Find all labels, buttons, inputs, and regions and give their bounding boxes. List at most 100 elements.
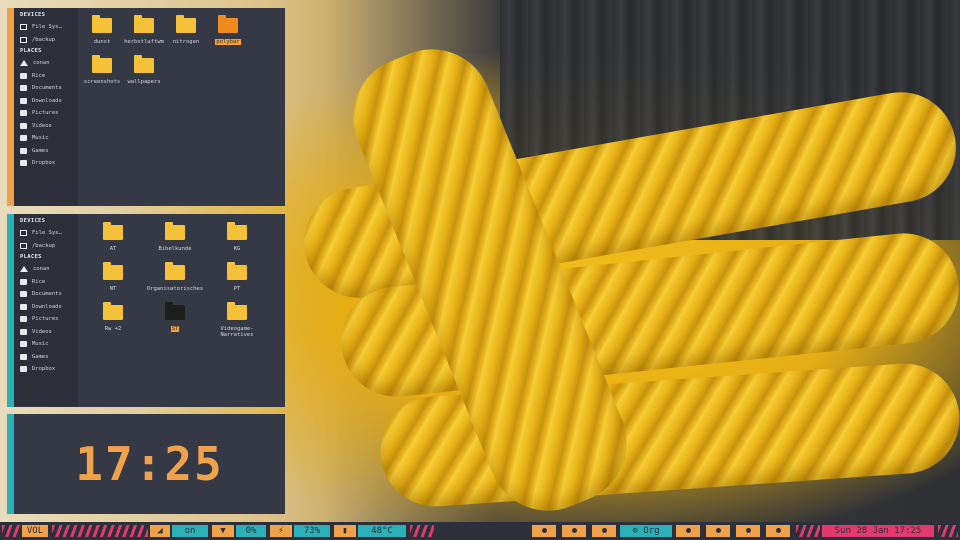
folder-item[interactable]: Rw +2 <box>83 302 143 332</box>
clock-widget: 17:25 <box>7 414 285 514</box>
folder-icon <box>103 262 123 280</box>
folder-item[interactable]: wallpapers <box>114 55 174 85</box>
folder-icon <box>92 55 112 73</box>
folder-item[interactable]: NT <box>83 262 143 292</box>
sidebar-item-dropbox[interactable]: Dropbox <box>20 363 78 376</box>
sidebar-item-home[interactable]: conan <box>20 57 78 70</box>
sidebar-item-downloads[interactable]: Downloads <box>20 95 78 108</box>
workspace-dot-icon[interactable] <box>592 525 616 537</box>
folder-icon <box>20 291 27 298</box>
file-manager-window-middle[interactable]: DEVICES File Sys… /backup PLACES conan R… <box>7 214 285 407</box>
sidebar-item-documents[interactable]: Documents <box>20 288 78 301</box>
bar-decoration <box>52 525 148 537</box>
folder-icon <box>20 72 27 79</box>
folder-item[interactable]: Videogame- Narratives <box>207 302 267 338</box>
bar-decoration <box>2 525 20 537</box>
folder-icon <box>20 85 27 92</box>
folder-view: dunst herbstluftwm nitrogen polybar scre… <box>78 8 285 206</box>
folder-icon <box>227 222 247 240</box>
drive-icon <box>20 36 27 43</box>
sidebar-item-backup[interactable]: /backup <box>20 240 78 253</box>
folder-item[interactable]: PT <box>207 262 267 292</box>
folder-icon <box>176 15 196 33</box>
folder-icon <box>20 97 27 104</box>
folder-item-selected[interactable]: ST <box>145 302 205 332</box>
folder-item[interactable]: Bibelkunde <box>145 222 205 252</box>
sidebar-item-games[interactable]: Games <box>20 351 78 364</box>
volume-module[interactable]: VOL <box>22 525 48 537</box>
sidebar-item-games[interactable]: Games <box>20 145 78 158</box>
folder-icon <box>103 302 123 320</box>
folder-item-selected[interactable]: polybar <box>198 15 258 45</box>
folder-item[interactable]: Organisatorisches <box>145 262 205 292</box>
folder-view: AT Bibelkunde KG NT Organisatorisches PT… <box>78 214 285 407</box>
sidebar-item-documents[interactable]: Documents <box>20 82 78 95</box>
sidebar: DEVICES File Sys… /backup PLACES conan R… <box>14 214 78 407</box>
sidebar: DEVICES File Sys… /backup PLACES conan R… <box>14 8 78 206</box>
sidebar-item-music[interactable]: Music <box>20 338 78 351</box>
sidebar-item-videos[interactable]: Videos <box>20 326 78 339</box>
places-header: PLACES <box>20 48 42 54</box>
folder-icon <box>20 160 27 167</box>
folder-icon <box>20 122 27 129</box>
sidebar-item-home[interactable]: conan <box>20 263 78 276</box>
home-icon <box>20 266 28 273</box>
folder-icon <box>92 15 112 33</box>
drive-icon <box>20 230 27 237</box>
folder-icon <box>20 353 27 360</box>
folder-icon <box>165 222 185 240</box>
sidebar-item-videos[interactable]: Videos <box>20 120 78 133</box>
sidebar-item-filesystem[interactable]: File Sys… <box>20 21 78 34</box>
drive-icon <box>20 24 27 31</box>
drive-icon <box>20 242 27 249</box>
battery-icon: ⚡ <box>270 525 292 537</box>
workspace-dot-icon[interactable] <box>562 525 586 537</box>
folder-icon <box>20 135 27 142</box>
workspace-dot-icon[interactable] <box>676 525 700 537</box>
folder-icon <box>165 302 185 320</box>
sidebar-item-backup[interactable]: /backup <box>20 34 78 47</box>
folder-icon <box>134 15 154 33</box>
sidebar-item-pictures[interactable]: Pictures <box>20 107 78 120</box>
devices-header: DEVICES <box>20 12 46 18</box>
folder-icon <box>134 55 154 73</box>
workspace-dot-icon[interactable] <box>706 525 730 537</box>
workspace-dot-icon[interactable] <box>766 525 790 537</box>
status-bar: VOL ◢ on ▼ 0% ⚡ 73% ▮ 48°C ⊙ Org Sun 28 … <box>0 522 960 540</box>
folder-icon <box>20 278 27 285</box>
folder-icon <box>165 262 185 280</box>
folder-item[interactable]: KG <box>207 222 267 252</box>
folder-icon <box>20 366 27 373</box>
network-icon: ◢ <box>150 525 170 537</box>
file-manager-window-top[interactable]: DEVICES File Sys… /backup PLACES conan R… <box>7 8 285 206</box>
folder-icon <box>103 222 123 240</box>
folder-icon <box>227 262 247 280</box>
sidebar-item-rice[interactable]: Rice <box>20 276 78 289</box>
temperature-icon: ▮ <box>334 525 356 537</box>
datetime-module[interactable]: Sun 28 Jan 17:25 <box>822 525 934 537</box>
workspace-dot-icon[interactable] <box>532 525 556 537</box>
battery-module[interactable]: 73% <box>294 525 330 537</box>
home-icon <box>20 60 28 67</box>
bar-decoration <box>938 525 958 537</box>
sidebar-item-music[interactable]: Music <box>20 132 78 145</box>
folder-icon <box>227 302 247 320</box>
sidebar-item-downloads[interactable]: Downloads <box>20 301 78 314</box>
folder-icon <box>20 341 27 348</box>
folder-item[interactable]: AT <box>83 222 143 252</box>
temperature-module[interactable]: 48°C <box>358 525 406 537</box>
folder-icon <box>20 316 27 323</box>
clock-time: 17:25 <box>75 437 224 491</box>
sidebar-item-pictures[interactable]: Pictures <box>20 313 78 326</box>
network-module[interactable]: on <box>172 525 208 537</box>
disk-icon: ▼ <box>212 525 234 537</box>
sidebar-item-filesystem[interactable]: File Sys… <box>20 227 78 240</box>
workspace-active[interactable]: ⊙ Org <box>620 525 672 537</box>
disk-module[interactable]: 0% <box>236 525 266 537</box>
workspace-dot-icon[interactable] <box>736 525 760 537</box>
sidebar-item-rice[interactable]: Rice <box>20 70 78 83</box>
sidebar-item-dropbox[interactable]: Dropbox <box>20 157 78 170</box>
folder-icon <box>20 303 27 310</box>
folder-icon <box>218 15 238 33</box>
devices-header: DEVICES <box>20 218 46 224</box>
